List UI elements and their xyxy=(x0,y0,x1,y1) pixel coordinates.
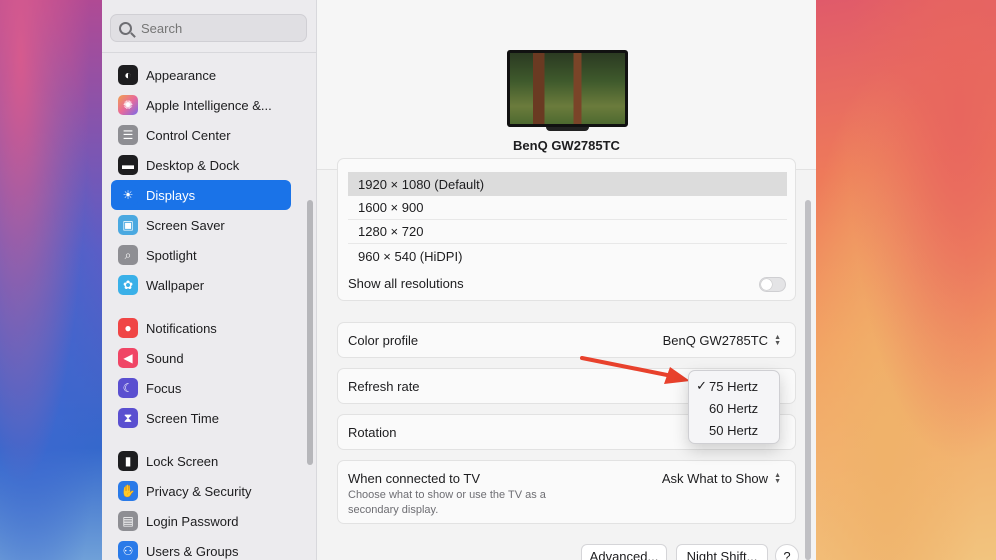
refresh-option-label: 60 Hertz xyxy=(709,400,759,416)
spotlight-icon: ⌕ xyxy=(118,245,138,265)
refresh-option-label: 75 Hertz xyxy=(709,378,759,394)
sidebar-item-focus[interactable]: ☾ Focus xyxy=(111,373,291,403)
wallpaper-icon: ✿ xyxy=(118,275,138,295)
resolution-card: 1920 × 1080 (Default) 1600 × 900 1280 × … xyxy=(337,158,796,301)
refresh-option-75[interactable]: ✓ 75 Hertz xyxy=(689,375,781,397)
sidebar-item-label: Control Center xyxy=(146,127,231,143)
system-settings-window: ◐ Appearance ✺ Apple Intelligence &... ☰… xyxy=(102,0,816,560)
tv-row: When connected to TV Ask What to Show ▲ ▼… xyxy=(337,460,796,524)
show-all-resolutions-toggle[interactable] xyxy=(759,277,786,292)
wallpaper-right xyxy=(814,0,996,560)
monitor-screen-preview xyxy=(510,53,625,124)
sidebar-item-appearance[interactable]: ◐ Appearance xyxy=(111,60,291,90)
notifications-icon: ● xyxy=(118,318,138,338)
sidebar-item-label: Displays xyxy=(146,187,196,203)
sidebar-item-login-password[interactable]: ▤ Login Password xyxy=(111,506,291,536)
color-profile-label: Color profile xyxy=(348,333,419,348)
sound-icon: ◀ xyxy=(118,348,138,368)
sidebar-item-users-groups[interactable]: ⚇ Users & Groups xyxy=(111,536,291,560)
sidebar-item-displays[interactable]: ☀ Displays xyxy=(111,180,291,210)
sidebar-scrollbar[interactable] xyxy=(307,200,313,465)
checkmark-icon: ✓ xyxy=(696,378,707,393)
displays-pane: BenQ GW2785TC 1920 × 1080 (Default) 1600… xyxy=(317,0,816,560)
sidebar-item-spotlight[interactable]: ⌕ Spotlight xyxy=(111,240,291,270)
sidebar-item-label: Screen Time xyxy=(146,410,219,426)
help-button[interactable]: ? xyxy=(775,544,799,560)
sidebar-item-apple-intelligence[interactable]: ✺ Apple Intelligence &... xyxy=(111,90,291,120)
sidebar-item-label: Login Password xyxy=(146,513,239,529)
content-scrollbar[interactable] xyxy=(805,200,811,560)
sidebar-item-sound[interactable]: ◀ Sound xyxy=(111,343,291,373)
sidebar-item-label: Desktop & Dock xyxy=(146,157,240,173)
monitor-stand xyxy=(546,127,589,131)
tv-select[interactable]: Ask What to Show ▲ ▼ xyxy=(662,471,781,486)
displays-icon: ☀ xyxy=(118,185,138,205)
show-all-resolutions-label: Show all resolutions xyxy=(348,276,464,291)
up-down-chevron-icon: ▲ ▼ xyxy=(774,471,781,485)
refresh-rate-label: Refresh rate xyxy=(348,379,420,394)
sidebar-item-label: Sound xyxy=(146,350,184,366)
resolution-option[interactable]: 1600 × 900 xyxy=(348,196,787,220)
display-header: BenQ GW2785TC xyxy=(317,0,816,170)
search-input[interactable] xyxy=(141,20,291,36)
users-groups-icon: ⚇ xyxy=(118,541,138,560)
refresh-option-50[interactable]: 50 Hertz xyxy=(689,419,781,441)
apple-intelligence-icon: ✺ xyxy=(118,95,138,115)
wallpaper-left xyxy=(0,0,102,560)
tv-subtext: Choose what to show or use the TV as a s… xyxy=(348,489,546,516)
resolution-option[interactable]: 960 × 540 (HiDPI) xyxy=(348,244,787,268)
privacy-security-icon: ✋ xyxy=(118,481,138,501)
appearance-icon: ◐ xyxy=(118,65,138,85)
screen-saver-icon: ▣ xyxy=(118,215,138,235)
sidebar-item-label: Spotlight xyxy=(146,247,197,263)
sidebar-item-label: Apple Intelligence &... xyxy=(146,97,272,113)
desktop-dock-icon: ▬ xyxy=(118,155,138,175)
color-profile-row: Color profile BenQ GW2785TC ▲ ▼ xyxy=(337,322,796,358)
sidebar-item-label: Appearance xyxy=(146,67,217,83)
monitor-thumbnail[interactable] xyxy=(507,50,628,127)
sidebar-item-label: Focus xyxy=(146,380,182,396)
control-center-icon: ☰ xyxy=(118,125,138,145)
sidebar-item-label: Screen Saver xyxy=(146,217,225,233)
sidebar-item-label: Privacy & Security xyxy=(146,483,252,499)
sidebar-item-wallpaper[interactable]: ✿ Wallpaper xyxy=(111,270,291,300)
color-profile-select[interactable]: BenQ GW2785TC ▲ ▼ xyxy=(663,333,781,348)
tv-label: When connected to TV xyxy=(348,471,481,486)
up-down-chevron-icon: ▲ ▼ xyxy=(774,333,781,347)
advanced-button[interactable]: Advanced... xyxy=(581,544,667,560)
display-name: BenQ GW2785TC xyxy=(513,138,620,153)
refresh-option-label: 50 Hertz xyxy=(709,422,759,438)
refresh-option-60[interactable]: 60 Hertz xyxy=(689,397,781,419)
sidebar-item-label: Wallpaper xyxy=(146,277,205,293)
sidebar-divider xyxy=(102,52,317,53)
sidebar-item-screen-time[interactable]: ⧗ Screen Time xyxy=(111,403,291,433)
resolution-option[interactable]: 1920 × 1080 (Default) xyxy=(348,172,787,196)
tv-value: Ask What to Show xyxy=(661,471,769,486)
sidebar-item-label: Notifications xyxy=(146,320,217,336)
night-shift-button[interactable]: Night Shift... xyxy=(676,544,768,560)
sidebar-item-privacy-security[interactable]: ✋ Privacy & Security xyxy=(111,476,291,506)
sidebar: ◐ Appearance ✺ Apple Intelligence &... ☰… xyxy=(102,0,317,560)
rotation-label: Rotation xyxy=(348,425,397,440)
sidebar-item-label: Lock Screen xyxy=(146,453,219,469)
sidebar-item-notifications[interactable]: ● Notifications xyxy=(111,313,291,343)
sidebar-item-screen-saver[interactable]: ▣ Screen Saver xyxy=(111,210,291,240)
resolution-option[interactable]: 1280 × 720 xyxy=(348,220,787,244)
search-field[interactable] xyxy=(110,14,307,42)
sidebar-item-label: Users & Groups xyxy=(146,543,239,559)
login-password-icon: ▤ xyxy=(118,511,138,531)
sidebar-item-lock-screen[interactable]: ▮ Lock Screen xyxy=(111,446,291,476)
search-icon xyxy=(119,21,132,35)
color-profile-value: BenQ GW2785TC xyxy=(662,333,769,348)
sidebar-item-desktop-dock[interactable]: ▬ Desktop & Dock xyxy=(111,150,291,180)
sidebar-item-control-center[interactable]: ☰ Control Center xyxy=(111,120,291,150)
focus-icon: ☾ xyxy=(118,378,138,398)
screen-time-icon: ⧗ xyxy=(118,408,138,428)
lock-screen-icon: ▮ xyxy=(118,451,138,471)
refresh-rate-popup-menu: ✓ 75 Hertz 60 Hertz 50 Hertz xyxy=(688,370,780,444)
